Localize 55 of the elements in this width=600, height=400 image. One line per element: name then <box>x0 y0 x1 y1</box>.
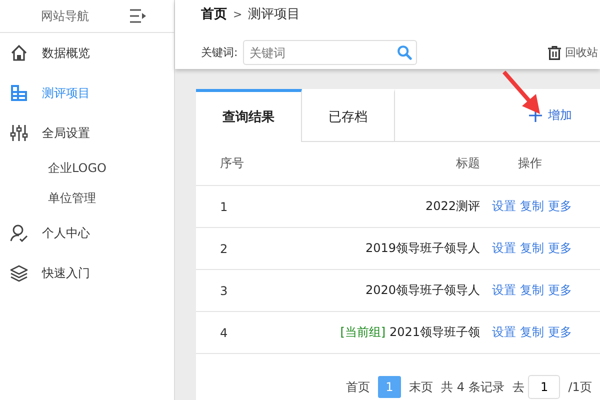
table-cell-text: 2020领导班子领导人 <box>364 282 480 299</box>
sidebar-item[interactable]: 全局设置 <box>0 113 174 153</box>
page-number-button[interactable]: 1 <box>378 376 401 398</box>
action-link[interactable]: 复制 <box>520 324 544 341</box>
column-header: 标题 <box>455 155 480 172</box>
action-link[interactable]: 更多 <box>548 324 572 341</box>
last-page-link[interactable]: 末页 <box>409 378 433 396</box>
table-cell-text: [当前组] 2021领导班子领 <box>339 324 480 341</box>
add-button[interactable]: 增加 <box>523 89 578 141</box>
action-link[interactable]: 复制 <box>520 198 544 215</box>
action-link[interactable]: 复制 <box>520 282 544 299</box>
search-icon[interactable] <box>396 45 412 60</box>
table-cell-text: 2 <box>219 242 229 256</box>
home-icon <box>10 44 28 62</box>
action-link[interactable]: 更多 <box>548 240 572 257</box>
action-link[interactable]: 更多 <box>548 282 572 299</box>
sidebar-title: 网站导航 <box>40 8 90 24</box>
action-link[interactable]: 设置 <box>492 240 516 257</box>
column-header: 操作 <box>518 155 542 172</box>
plus-icon <box>529 108 542 122</box>
table-cell-text: 4 <box>219 326 229 340</box>
table-cell-text: 2022测评 <box>424 198 480 215</box>
sliders-icon <box>10 124 28 142</box>
table-cell-text: 2019领导班子领导人 <box>364 240 480 257</box>
table-cell-text: 3 <box>219 284 229 298</box>
recycle-bin-button[interactable]: 回收站 <box>548 45 598 60</box>
column-header: 序号 <box>219 155 245 172</box>
search-field[interactable]: 关键词 <box>242 40 417 65</box>
sidebar-item[interactable]: 快速入门 <box>0 253 174 293</box>
sidebar-subitem[interactable]: 单位管理 <box>0 183 174 213</box>
breadcrumb-link[interactable]: 测评项目 <box>248 5 300 23</box>
sidebar-subitem[interactable]: 企业LOGO <box>0 153 174 183</box>
sidebar-item[interactable]: 个人中心 <box>0 213 174 253</box>
breadcrumb-link[interactable]: 首页 <box>201 5 227 23</box>
action-link[interactable]: 设置 <box>492 282 516 299</box>
page-count: /1页 <box>568 378 592 396</box>
menu-icon[interactable] <box>130 9 146 23</box>
first-page-link[interactable]: 首页 <box>346 378 370 396</box>
page-input[interactable]: 1 <box>528 375 560 399</box>
goto-label: 去 <box>512 378 524 396</box>
layers-icon <box>10 264 28 282</box>
trash-icon <box>548 46 561 60</box>
sidebar-item[interactable]: 数据概览 <box>0 33 174 73</box>
tab[interactable]: 查询结果 <box>196 89 302 142</box>
user-icon <box>10 224 28 242</box>
grid-icon <box>10 84 28 102</box>
action-link[interactable]: 设置 <box>492 324 516 341</box>
sidebar-item[interactable]: 测评项目 <box>0 73 174 113</box>
breadcrumb-separator: > <box>233 8 242 20</box>
table-cell-text: 1 <box>219 200 229 214</box>
action-link[interactable]: 更多 <box>548 198 572 215</box>
action-link[interactable]: 复制 <box>520 240 544 257</box>
record-count: 共 4 条记录 <box>441 378 504 396</box>
action-link[interactable]: 设置 <box>492 198 516 215</box>
search-label: 关键词: <box>201 45 238 60</box>
